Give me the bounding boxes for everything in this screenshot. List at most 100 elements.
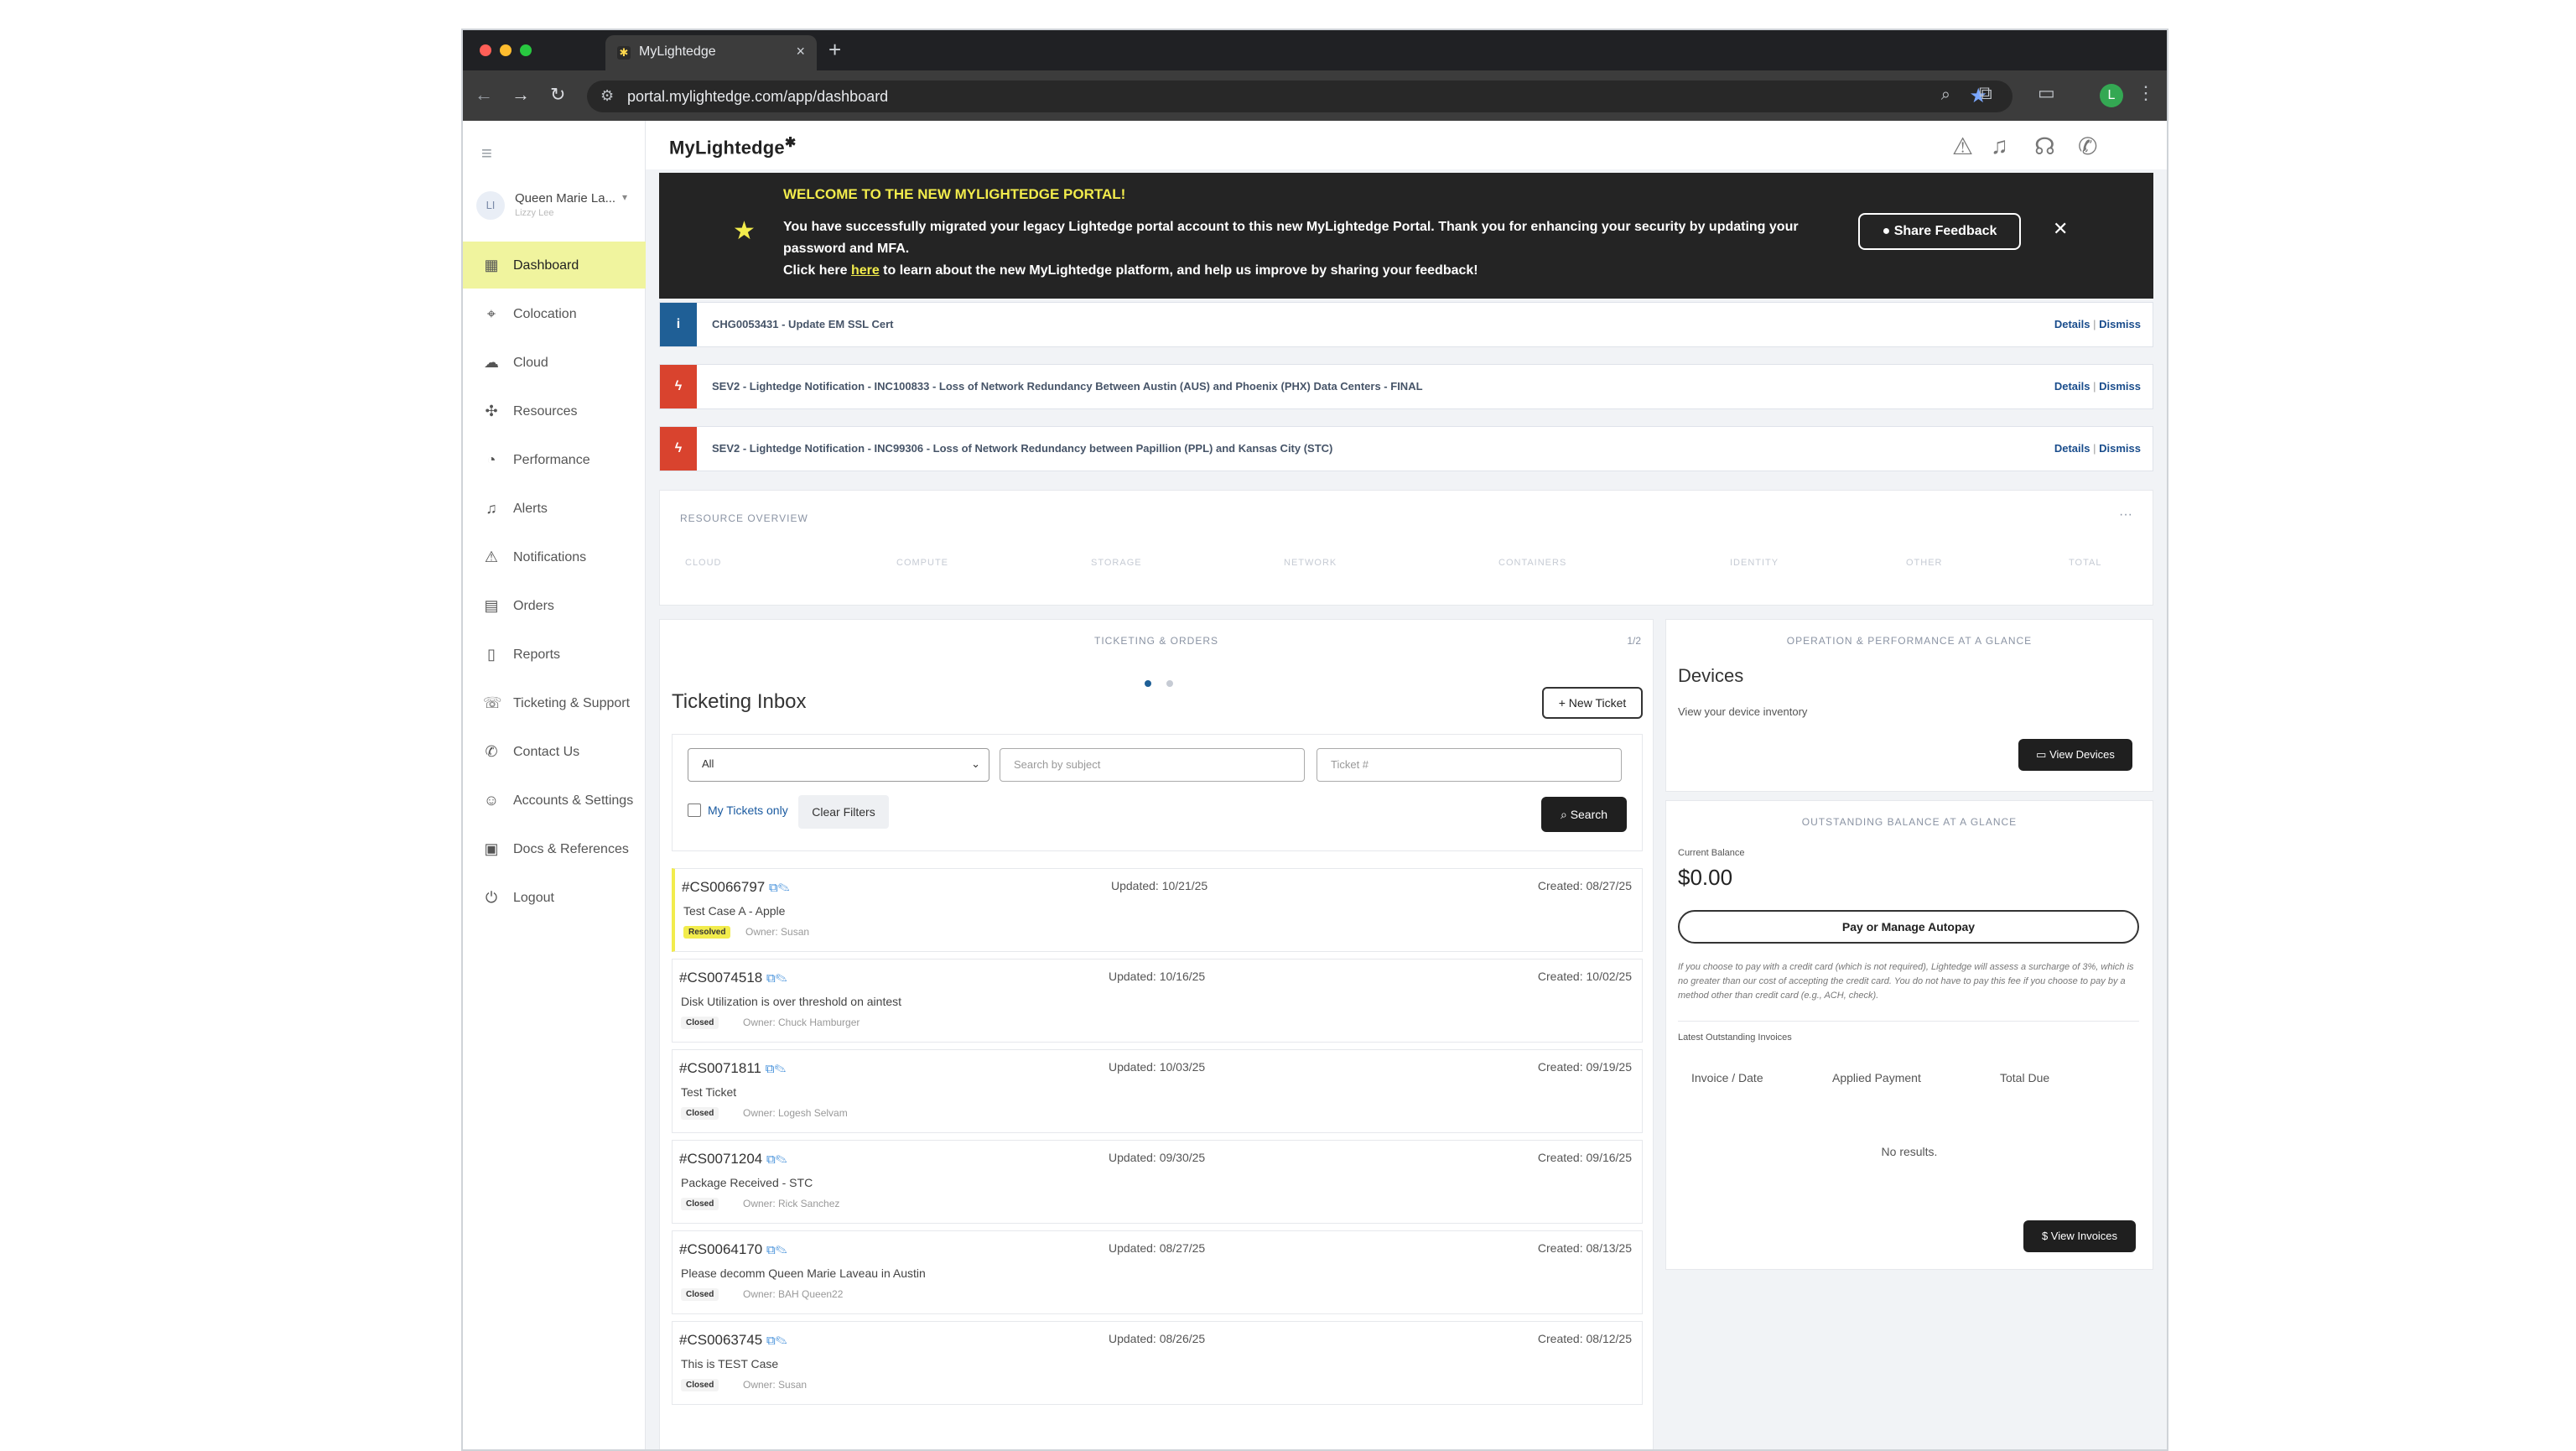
sidebar-item-cloud[interactable]: ☁ Cloud <box>463 339 646 386</box>
logo[interactable]: MyLightedge✱ <box>669 134 796 159</box>
view-devices-button[interactable]: ▭ View Devices <box>2018 739 2132 771</box>
zoom-icon[interactable]: ⌕ <box>1941 86 1950 105</box>
copy-edit-icon[interactable]: ⧉✎ <box>766 1152 787 1167</box>
search-button[interactable]: ⌕ Search <box>1541 797 1627 832</box>
address-bar-area: ← → ↻ ⚙ portal.mylightedge.com/app/dashb… <box>463 70 2167 121</box>
close-icon[interactable]: ✕ <box>2053 218 2068 240</box>
sidebar-item-orders[interactable]: ▤ Orders <box>463 582 646 629</box>
ticket-id[interactable]: #CS0071811 ⧉✎ <box>679 1060 786 1077</box>
details-link[interactable]: Details <box>2054 318 2090 330</box>
cast-icon[interactable]: ▭ <box>2038 82 2055 104</box>
more-options-icon[interactable]: ··· <box>2119 507 2132 523</box>
new-ticket-button[interactable]: + New Ticket <box>1542 687 1643 719</box>
ticket-id[interactable]: #CS0071204 ⧉✎ <box>679 1151 787 1168</box>
ticket-id-text: #CS0066797 <box>682 879 766 895</box>
devices-title: Devices <box>1678 665 1744 686</box>
back-icon[interactable]: ← <box>475 84 493 106</box>
sidebar-item-performance[interactable]: ◔ Performance <box>463 436 646 483</box>
maximize-window-button[interactable] <box>520 44 532 56</box>
search-subject-input[interactable]: Search by subject <box>1000 748 1305 782</box>
my-tickets-checkbox[interactable] <box>688 804 701 817</box>
clear-filters-button[interactable]: Clear Filters <box>798 795 889 829</box>
ticket-id[interactable]: #CS0063745 ⧉✎ <box>679 1332 787 1349</box>
sidebar-item-resources[interactable]: ✣ Resources <box>463 387 646 434</box>
site-settings-icon[interactable]: ⚙ <box>600 87 614 105</box>
ticket-id[interactable]: #CS0074518 ⧉✎ <box>679 970 787 986</box>
copy-edit-icon[interactable]: ⧉✎ <box>766 971 787 986</box>
copy-edit-icon[interactable]: ⧉✎ <box>769 881 789 895</box>
user-switcher[interactable]: LI Queen Marie La... Lizzy Lee ▾ <box>476 186 636 225</box>
status-filter-select[interactable]: All ⌄ <box>688 748 989 782</box>
sidebar-item-logout[interactable]: ⏻ Logout <box>463 874 646 921</box>
ticket-number-input[interactable]: Ticket # <box>1317 748 1622 782</box>
copy-edit-icon[interactable]: ⧉✎ <box>766 1243 787 1257</box>
new-tab-icon[interactable]: + <box>828 37 841 63</box>
close-window-button[interactable] <box>480 44 491 56</box>
dismiss-link[interactable]: Dismiss <box>2099 442 2141 455</box>
sidebar-item-label: Orders <box>513 599 554 613</box>
sidebar-item-contact-us[interactable]: ✆ Contact Us <box>463 728 646 775</box>
forward-icon[interactable]: → <box>512 84 530 106</box>
support-headset-icon[interactable]: ☊ <box>2034 133 2055 160</box>
sidebar-item-ticketing-support[interactable]: ☏ Ticketing & Support <box>463 679 646 726</box>
sidebar-item-notifications[interactable]: ⚠ Notifications <box>463 533 646 580</box>
ticketing-panel: TICKETING & ORDERS 1/2 Ticketing Inbox +… <box>659 619 1654 1449</box>
cloud-icon: ☁ <box>484 354 499 371</box>
profile-avatar[interactable]: L <box>2100 84 2123 107</box>
sidebar-item-alerts[interactable]: ♫ Alerts <box>463 485 646 532</box>
sidebar-item-accounts-settings[interactable]: ☺ Accounts & Settings <box>463 777 646 824</box>
power-icon: ⏻ <box>485 889 498 906</box>
pay-autopay-button[interactable]: Pay or Manage Autopay <box>1678 910 2139 944</box>
share-feedback-button[interactable]: ● Share Feedback <box>1858 213 2021 250</box>
sidebar-item-docs-references[interactable]: ▣ Docs & References <box>463 825 646 872</box>
status-badge: Closed <box>681 1017 719 1029</box>
sidebar-item-label: Reports <box>513 647 561 662</box>
sidebar-item-colocation[interactable]: ⌖ Colocation <box>463 290 646 337</box>
welcome-banner: ★ WELCOME TO THE NEW MYLIGHTEDGE PORTAL!… <box>659 173 2153 299</box>
details-link[interactable]: Details <box>2054 380 2090 393</box>
bell-icon[interactable]: ♫ <box>1991 133 2008 159</box>
reload-icon[interactable]: ↻ <box>550 84 565 106</box>
ticket-id[interactable]: #CS0066797 ⧉✎ <box>682 879 789 896</box>
dismiss-link[interactable]: Dismiss <box>2099 380 2141 393</box>
sidebar-item-dashboard[interactable]: ▦ Dashboard <box>463 242 646 289</box>
logo-asterisk-icon: ✱ <box>784 136 797 150</box>
dismiss-link[interactable]: Dismiss <box>2099 318 2141 330</box>
table-row[interactable]: #CS0071204 ⧉✎ Package Received - STC Clo… <box>672 1140 1643 1224</box>
copy-edit-icon[interactable]: ⧉✎ <box>766 1062 786 1076</box>
warning-icon[interactable]: ⚠ <box>1952 133 1973 160</box>
view-invoices-button[interactable]: $ View Invoices <box>2023 1220 2136 1252</box>
url-bar[interactable]: ⚙ portal.mylightedge.com/app/dashboard ⌕… <box>587 81 2012 112</box>
hamburger-icon[interactable]: ≡ <box>481 143 492 164</box>
extensions-icon[interactable]: ⧉ <box>1979 82 1992 104</box>
minimize-window-button[interactable] <box>500 44 512 56</box>
balance-panel: OUTSTANDING BALANCE AT A GLANCE Current … <box>1665 800 2153 1270</box>
table-row[interactable]: #CS0066797 ⧉✎ Test Case A - Apple Resolv… <box>672 868 1643 952</box>
menu-kebab-icon[interactable]: ⋮ <box>2137 82 2155 104</box>
ticket-owner: Owner: Rick Sanchez <box>743 1198 840 1209</box>
table-row[interactable]: #CS0064170 ⧉✎ Please decomm Queen Marie … <box>672 1230 1643 1314</box>
carousel-dot[interactable] <box>1166 680 1173 687</box>
docs-icon: ▣ <box>484 840 499 857</box>
sidebar-item-label: Notifications <box>513 550 587 564</box>
invoice-column-header: Total Due <box>2000 1071 2050 1084</box>
close-tab-icon[interactable]: × <box>796 43 805 60</box>
table-row[interactable]: #CS0074518 ⧉✎ Disk Utilization is over t… <box>672 959 1643 1043</box>
carousel-dot-active[interactable] <box>1145 680 1151 687</box>
copy-edit-icon[interactable]: ⧉✎ <box>766 1334 787 1348</box>
banner-here-link[interactable]: here <box>851 263 880 278</box>
sidebar-item-reports[interactable]: ▯ Reports <box>463 631 646 678</box>
details-link[interactable]: Details <box>2054 442 2090 455</box>
phone-icon[interactable]: ✆ <box>2078 133 2097 160</box>
operations-section-title: OPERATION & PERFORMANCE AT A GLANCE <box>1786 635 2033 647</box>
ticket-updated: Updated: 10/03/25 <box>1109 1060 1206 1074</box>
browser-tab[interactable]: ✱ MyLightedge × <box>605 35 817 70</box>
ticket-id[interactable]: #CS0064170 ⧉✎ <box>679 1241 787 1258</box>
dollar-icon: $ <box>2041 1230 2049 1242</box>
status-badge: Closed <box>681 1107 719 1120</box>
tab-title: MyLightedge <box>639 44 716 59</box>
my-tickets-label[interactable]: My Tickets only <box>708 804 788 817</box>
table-row[interactable]: #CS0063745 ⧉✎ This is TEST Case Closed O… <box>672 1321 1643 1405</box>
surcharge-note: If you choose to pay with a credit card … <box>1678 962 2134 1001</box>
table-row[interactable]: #CS0071811 ⧉✎ Test Ticket Closed Owner: … <box>672 1049 1643 1133</box>
